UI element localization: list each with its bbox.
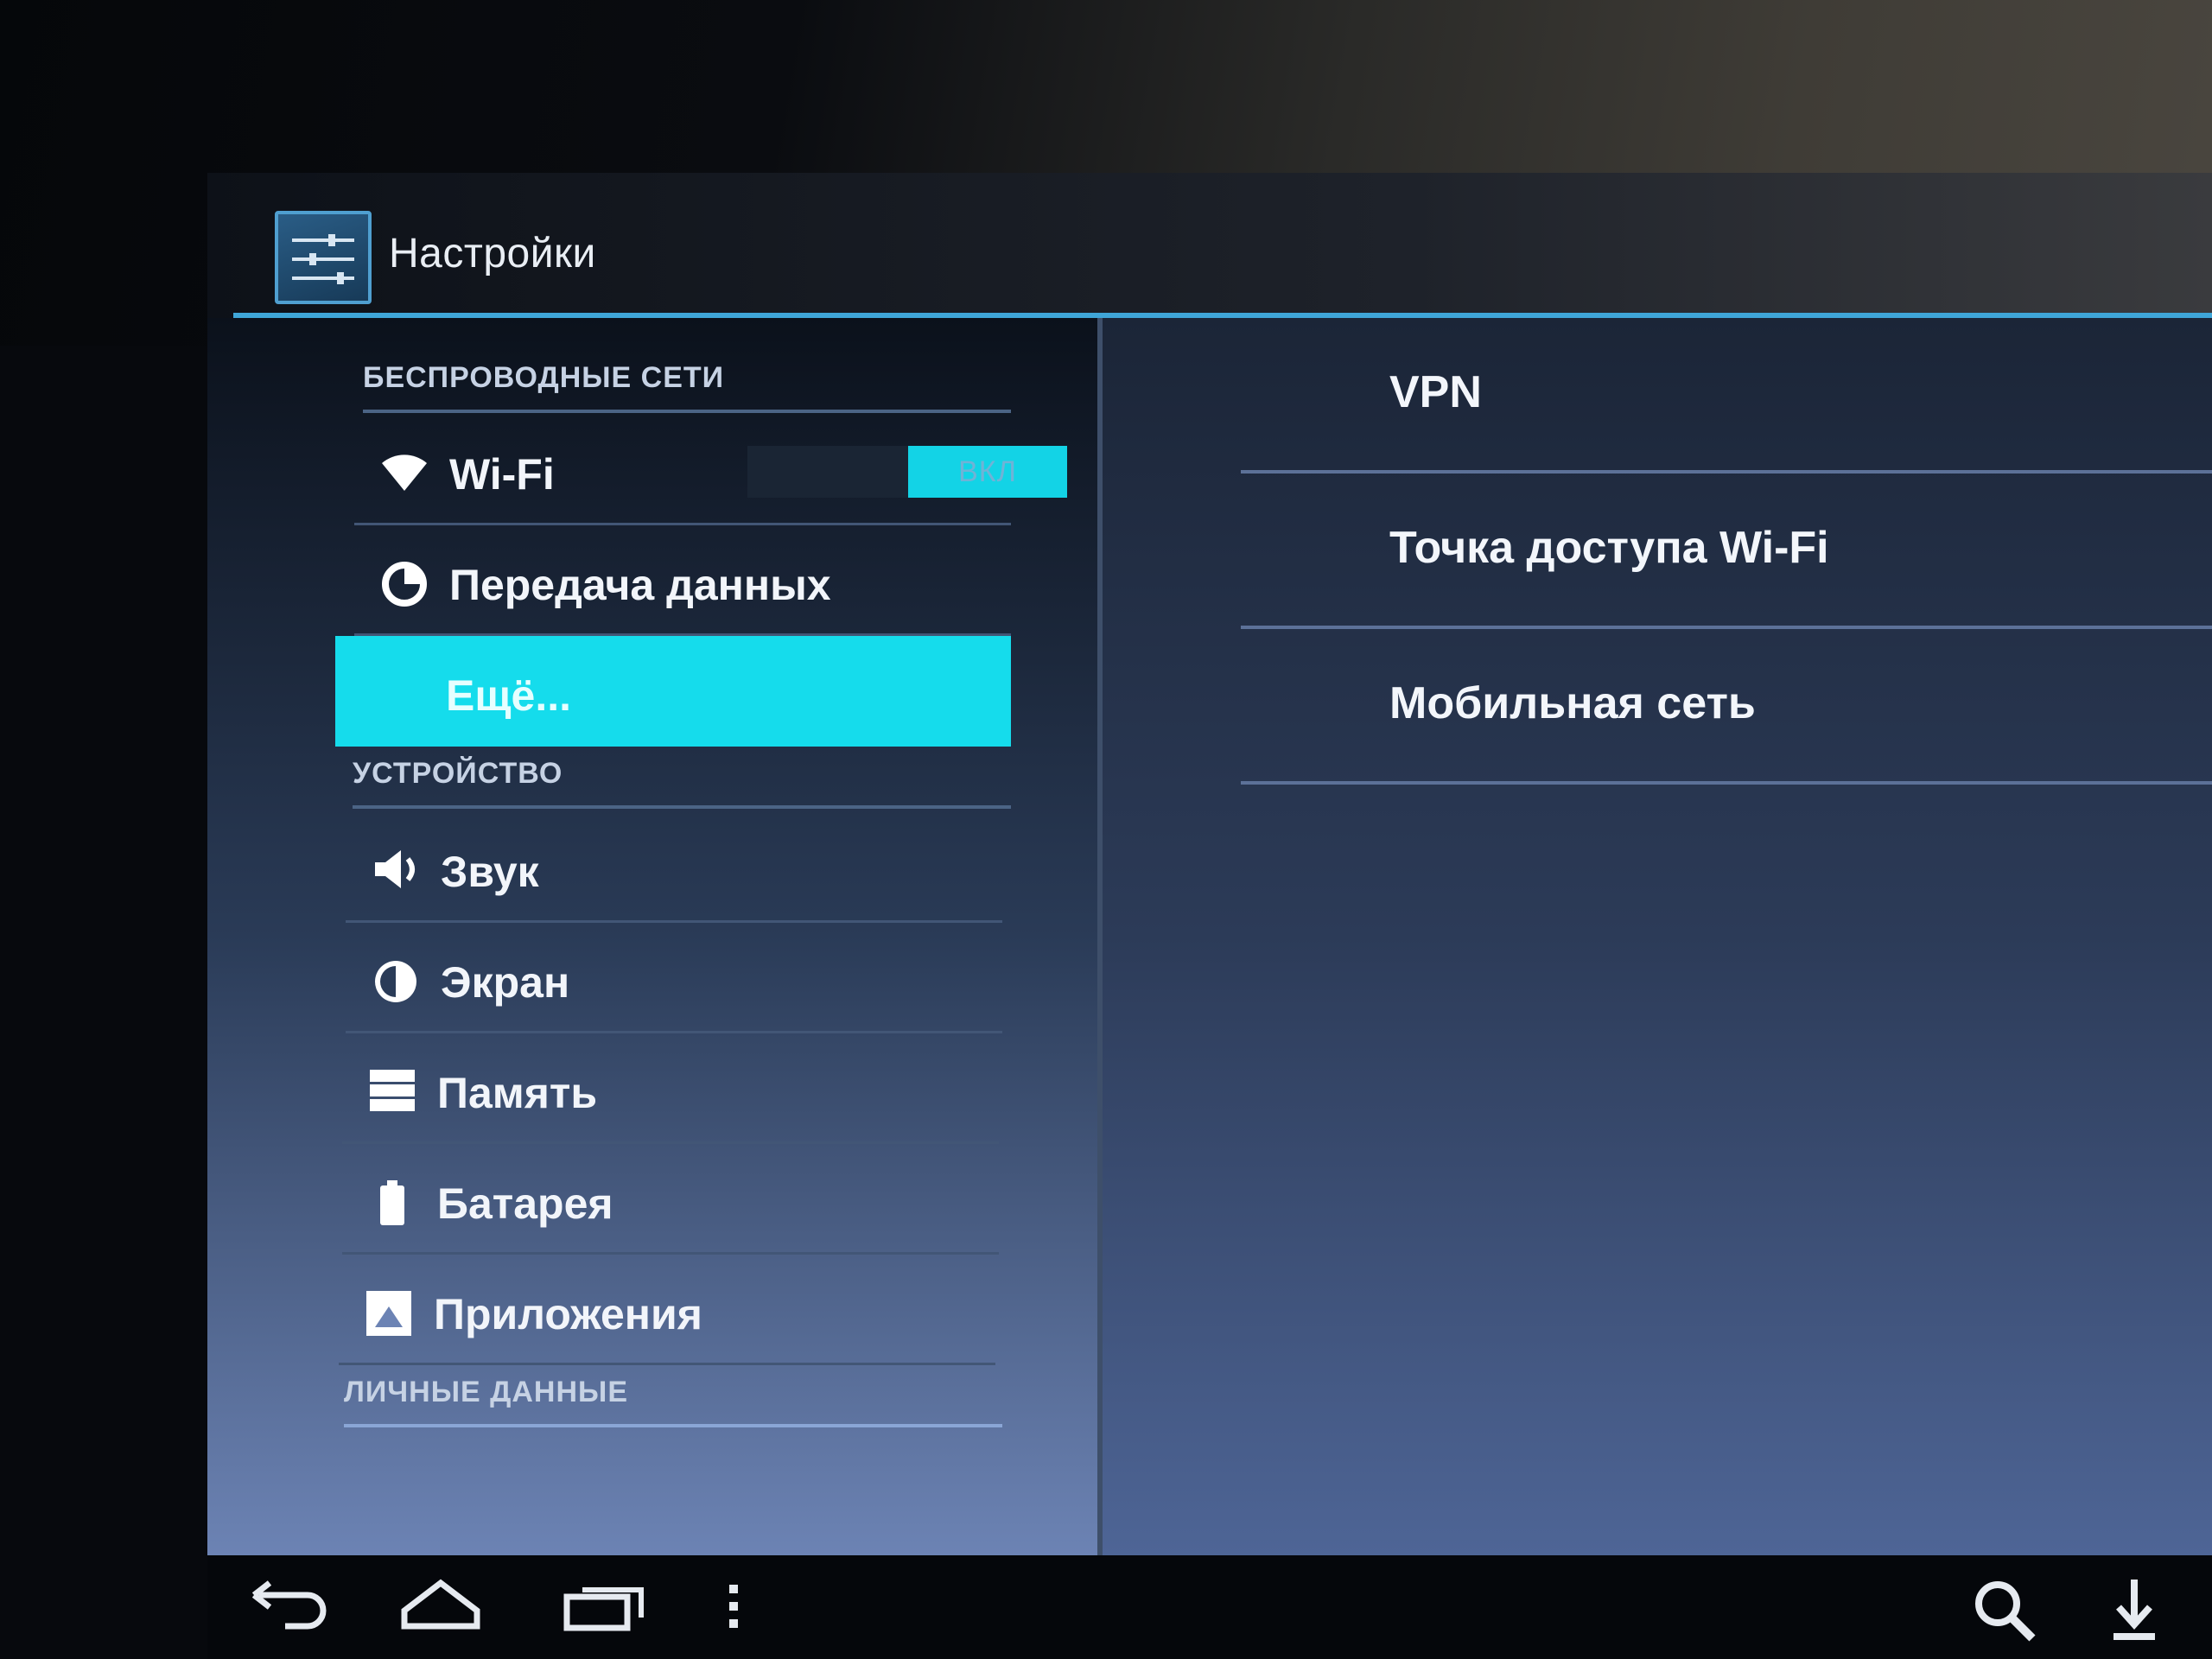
sidebar-item-label: Батарея (437, 1179, 613, 1228)
home-icon[interactable] (397, 1576, 484, 1641)
sidebar-item-label: Ещё... (446, 671, 572, 720)
section-header-device: УСТРОЙСТВО (353, 757, 1011, 809)
data-usage-icon (380, 560, 429, 607)
brightness-icon (372, 957, 420, 1002)
tablet-screen: Настройки БЕСПРОВОДНЫЕ СЕТИ Wi-Fi ВКЛ Пе… (207, 173, 2212, 1659)
search-icon[interactable] (1970, 1576, 2039, 1649)
section-header-personal: ЛИЧНЫЕ ДАННЫЕ (344, 1376, 1002, 1427)
settings-sliders-icon[interactable] (275, 211, 372, 304)
wifi-toggle-on-label: ВКЛ (908, 446, 1067, 498)
back-icon[interactable] (251, 1576, 328, 1641)
settings-detail-pane: VPN Точка доступа Wi-Fi Мобильная сеть (1103, 318, 2212, 1555)
sidebar-item-label: Wi-Fi (449, 450, 555, 499)
settings-headers-list: БЕСПРОВОДНЫЕ СЕТИ Wi-Fi ВКЛ Передача дан… (207, 318, 1097, 1555)
sidebar-item-label: Передача данных (449, 561, 831, 609)
menu-overflow-icon[interactable] (726, 1576, 743, 1641)
recent-apps-icon[interactable] (562, 1576, 648, 1641)
sidebar-item-apps[interactable]: Приложения (339, 1255, 995, 1365)
sidebar-item-display[interactable]: Экран (346, 923, 1002, 1033)
sidebar-item-sound[interactable]: Звук (346, 812, 1002, 923)
detail-item-wifi-hotspot[interactable]: Точка доступа Wi-Fi (1241, 474, 2212, 629)
detail-item-label: Мобильная сеть (1389, 678, 1756, 728)
sidebar-item-storage[interactable]: Память (342, 1033, 999, 1144)
detail-item-label: Точка доступа Wi-Fi (1389, 523, 1829, 573)
speaker-icon (372, 847, 420, 892)
detail-item-label: VPN (1389, 367, 1482, 417)
sidebar-item-data-usage[interactable]: Передача данных (354, 525, 1011, 636)
battery-icon (368, 1179, 416, 1225)
sidebar-item-battery[interactable]: Батарея (342, 1144, 999, 1255)
wifi-icon (380, 449, 429, 494)
sidebar-item-label: Приложения (434, 1290, 702, 1338)
section-header-wireless: БЕСПРОВОДНЫЕ СЕТИ (363, 361, 1011, 413)
action-bar: Настройки (207, 173, 2212, 318)
storage-icon (368, 1068, 416, 1113)
navigation-bar (207, 1555, 2212, 1659)
detail-item-mobile-network[interactable]: Мобильная сеть (1241, 629, 2212, 785)
detail-item-vpn[interactable]: VPN (1241, 318, 2212, 474)
wifi-toggle[interactable]: ВКЛ (747, 446, 1067, 498)
apps-icon (365, 1289, 413, 1336)
download-icon[interactable] (2108, 1576, 2160, 1649)
sidebar-item-more[interactable]: Ещё... (335, 636, 1011, 747)
sidebar-item-wifi[interactable]: Wi-Fi ВКЛ (354, 415, 1067, 525)
page-title: Настройки (389, 231, 596, 276)
sidebar-item-label: Память (437, 1069, 598, 1117)
sidebar-item-label: Экран (441, 958, 570, 1007)
sidebar-item-label: Звук (441, 848, 539, 896)
